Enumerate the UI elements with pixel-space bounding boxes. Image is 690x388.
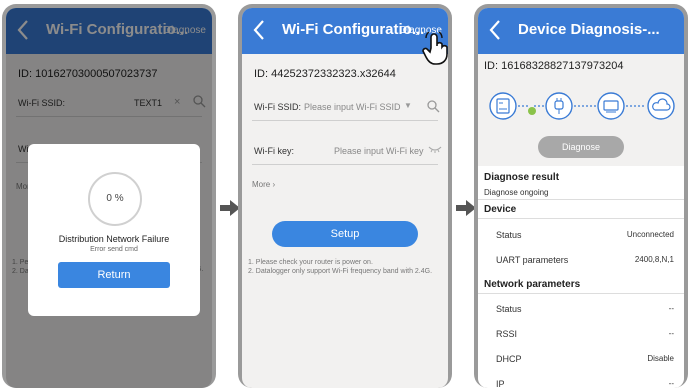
- arrow-right-icon: [220, 200, 240, 216]
- search-icon[interactable]: [426, 99, 440, 115]
- result-title: Diagnose result: [484, 172, 560, 183]
- plug-icon: [544, 91, 574, 126]
- router-icon: [596, 91, 626, 126]
- back-chevron-icon[interactable]: [488, 19, 506, 41]
- ssid-label: Wi-Fi SSID:: [254, 102, 301, 112]
- key-label: Wi-Fi key:: [254, 146, 294, 156]
- eye-icon[interactable]: [428, 144, 442, 156]
- phone-panel-2: Wi-Fi Configuratio... Diagnose ID: 44252…: [238, 4, 452, 388]
- row-key: UART parameters: [496, 255, 569, 265]
- screen-device-diagnosis: Device Diagnosis-... ID: 161683288271379…: [478, 8, 684, 388]
- note-2: 2. Datalogger only support Wi-Fi frequen…: [248, 268, 433, 275]
- result-status: Diagnose ongoing: [484, 188, 549, 197]
- phone-panel-3: Device Diagnosis-... ID: 161683288271379…: [474, 4, 688, 388]
- device-id: ID: 16168328827137973204: [484, 60, 624, 72]
- row-key: RSSI: [496, 329, 518, 339]
- network-topology: [478, 86, 684, 126]
- more-link[interactable]: More ›: [252, 180, 275, 189]
- device-id: ID: 44252372332323.x32644: [254, 68, 396, 80]
- arrow-right-icon: [456, 200, 476, 216]
- ssid-input[interactable]: Please input Wi-Fi SSID: [304, 102, 401, 112]
- dialog-subtitle: Error send cmd: [90, 246, 138, 253]
- header-bar: Device Diagnosis-...: [478, 8, 684, 54]
- divider: [478, 218, 684, 219]
- divider: [478, 199, 684, 200]
- note-1: 1. Please check your router is power on.: [248, 259, 373, 266]
- ssid-row[interactable]: Wi-Fi SSID: Please input Wi-Fi SSID ▼: [252, 94, 440, 121]
- divider: [478, 293, 684, 294]
- phone-panel-1: Wi-Fi Configuratio... Diagnose ID: 10162…: [2, 4, 216, 388]
- return-button[interactable]: Return: [58, 262, 170, 288]
- chevron-right-icon: ›: [272, 180, 276, 189]
- progress-ring: 0 %: [88, 172, 142, 226]
- setup-button[interactable]: Setup: [272, 221, 418, 247]
- row-value: --: [668, 379, 674, 388]
- screen-wifi-config: Wi-Fi Configuratio... Diagnose ID: 44252…: [242, 8, 448, 388]
- row-key: Status: [496, 230, 522, 240]
- back-chevron-icon[interactable]: [252, 19, 270, 41]
- more-label: More: [252, 180, 271, 189]
- device-section-title: Device: [484, 204, 517, 215]
- row-value: --: [668, 329, 674, 338]
- key-row[interactable]: Wi-Fi key: Please input Wi-Fi key: [252, 138, 442, 165]
- row-value: --: [668, 304, 674, 313]
- diagnose-button[interactable]: Diagnose: [538, 136, 624, 158]
- dropdown-icon[interactable]: ▼: [404, 101, 412, 110]
- row-key: Status: [496, 304, 522, 314]
- page-title: Device Diagnosis-...: [518, 21, 660, 38]
- row-value: Disable: [647, 354, 674, 363]
- dialog-title: Distribution Network Failure: [58, 234, 170, 244]
- network-section-title: Network parameters: [484, 279, 581, 290]
- failure-dialog: 0 % Distribution Network Failure Error s…: [28, 144, 200, 316]
- datalogger-icon: [488, 91, 518, 126]
- notes: 1. Please check your router is power on.…: [248, 258, 442, 276]
- row-value: 2400,8,N,1: [634, 255, 674, 264]
- cloud-icon: [646, 91, 676, 126]
- hand-pointer-icon: [422, 29, 448, 71]
- screen-wifi-config-failure: Wi-Fi Configuratio... Diagnose ID: 10162…: [6, 8, 212, 388]
- status-ok-icon: [528, 102, 536, 120]
- key-input[interactable]: Please input Wi-Fi key: [334, 146, 424, 156]
- header-bar: Wi-Fi Configuratio... Diagnose: [242, 8, 448, 54]
- row-key: DHCP: [496, 354, 522, 364]
- row-key: IP: [496, 379, 505, 388]
- row-value: Unconnected: [626, 230, 674, 239]
- diagnose-result-panel: Diagnose result Diagnose ongoing Device …: [478, 166, 684, 388]
